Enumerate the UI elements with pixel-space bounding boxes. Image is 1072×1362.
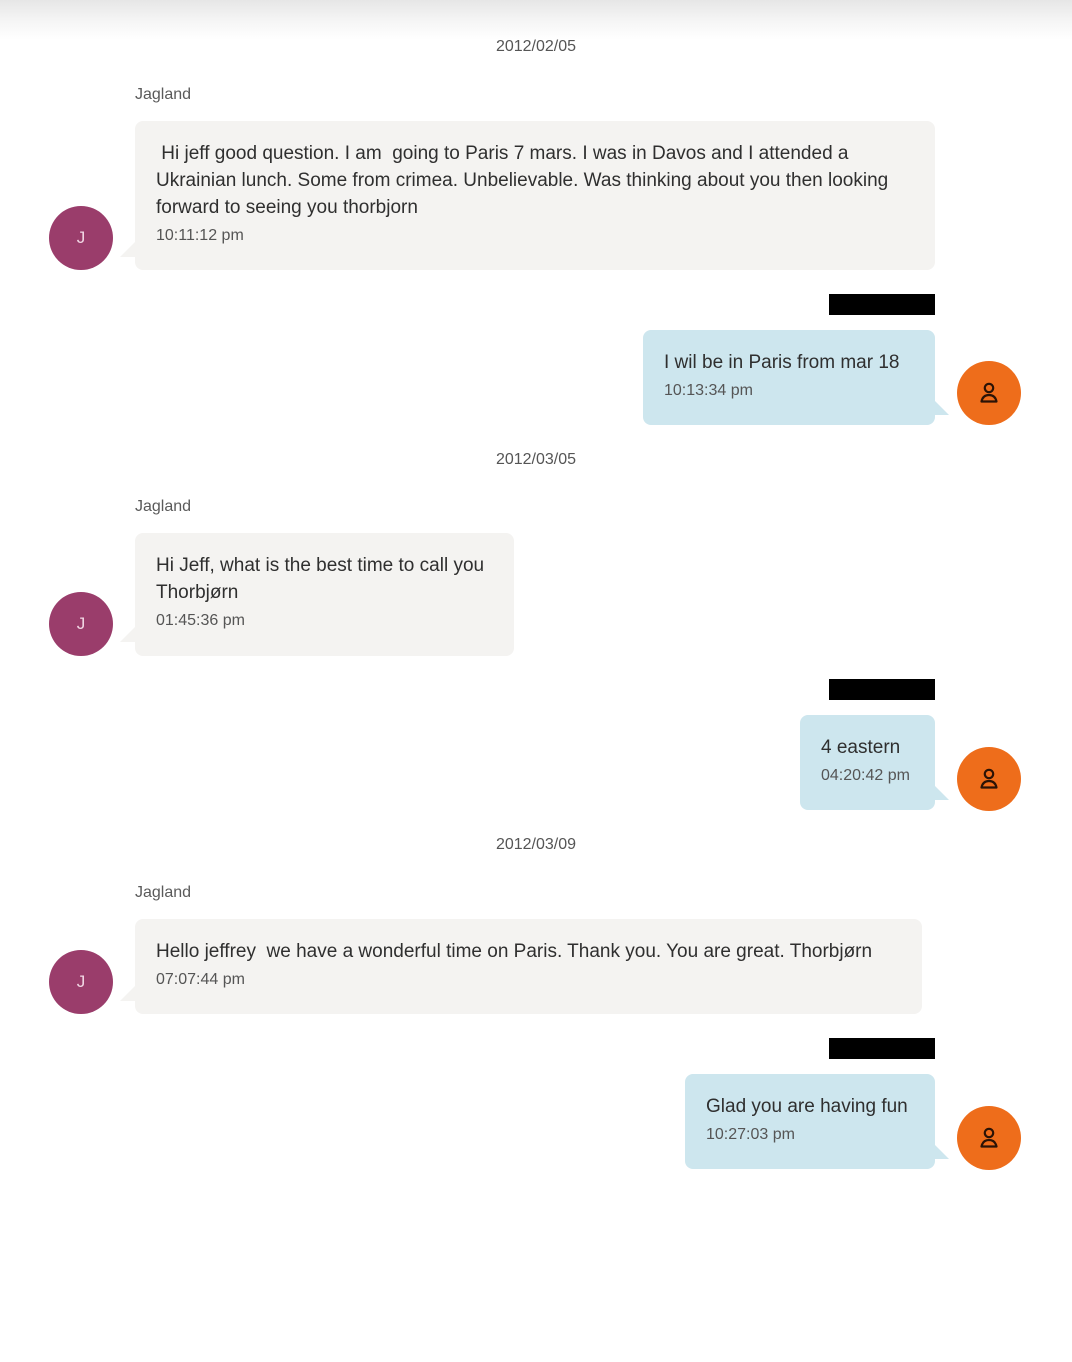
message-time: 10:13:34 pm	[664, 382, 753, 399]
avatar-user[interactable]	[957, 1106, 1021, 1170]
message-text: Hello jeffrey we have a wonderful time o…	[156, 941, 873, 962]
message-bubble-incoming[interactable]: Hi Jeff, what is the best time to call y…	[135, 533, 514, 656]
bubble-tail	[120, 985, 136, 1001]
avatar-jagland[interactable]: J	[49, 206, 113, 270]
person-icon	[980, 382, 998, 403]
date-separator: 2012/03/05	[495, 451, 577, 468]
message-time: 01:45:36 pm	[156, 612, 245, 629]
message-text: Glad you are having fun	[706, 1096, 908, 1117]
bubble-tail	[120, 626, 136, 642]
message-text: Hi jeff good question. I am going to Par…	[156, 143, 894, 218]
message-text: I wil be in Paris from mar 18	[664, 352, 900, 373]
redacted-sender-name	[829, 294, 935, 315]
message-bubble-outgoing[interactable]: 4 eastern 04:20:42 pm	[800, 715, 935, 810]
message-bubble-incoming[interactable]: Hello jeffrey we have a wonderful time o…	[135, 919, 922, 1014]
avatar-jagland[interactable]: J	[49, 950, 113, 1014]
message-bubble-incoming[interactable]: Hi jeff good question. I am going to Par…	[135, 121, 935, 270]
bubble-tail	[120, 241, 136, 257]
bubble-tail	[933, 784, 949, 800]
avatar-jagland[interactable]: J	[49, 592, 113, 656]
avatar-initial: J	[76, 614, 86, 633]
date-separator: 2012/02/05	[495, 38, 577, 55]
avatar-initial: J	[76, 972, 86, 991]
sender-name: Jagland	[135, 884, 192, 901]
message-bubble-outgoing[interactable]: Glad you are having fun 10:27:03 pm	[685, 1074, 935, 1169]
avatar-user[interactable]	[957, 361, 1021, 425]
bubble-tail	[933, 1143, 949, 1159]
message-time: 04:20:42 pm	[821, 767, 910, 784]
sender-name: Jagland	[135, 498, 192, 515]
message-bubble-outgoing[interactable]: I wil be in Paris from mar 18 10:13:34 p…	[643, 330, 935, 425]
bubble-tail	[933, 399, 949, 415]
sender-name: Jagland	[135, 86, 192, 103]
redacted-sender-name	[829, 679, 935, 700]
person-icon	[980, 1127, 998, 1148]
message-time: 10:27:03 pm	[706, 1126, 795, 1143]
message-text: Hi Jeff, what is the best time to call y…	[156, 555, 490, 603]
redacted-sender-name	[829, 1038, 935, 1059]
message-text: 4 eastern	[821, 737, 901, 758]
avatar-user[interactable]	[957, 747, 1021, 811]
person-icon	[980, 768, 998, 789]
avatar-initial: J	[76, 228, 86, 247]
date-separator: 2012/03/09	[495, 836, 577, 853]
message-time: 07:07:44 pm	[156, 971, 245, 988]
top-shadow	[0, 0, 1072, 40]
message-time: 10:11:12 pm	[156, 227, 244, 244]
